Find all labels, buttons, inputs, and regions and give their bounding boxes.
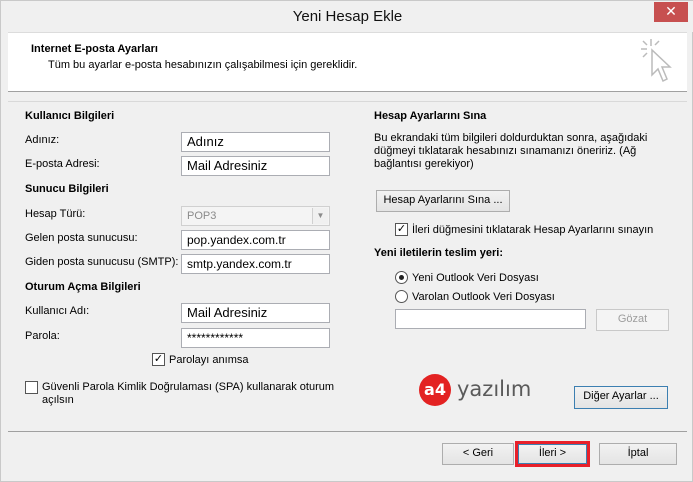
remember-password-checkbox[interactable]: ✓ <box>152 353 165 366</box>
new-data-file-radio[interactable] <box>395 271 408 284</box>
test-settings-heading: Hesap Ayarlarını Sına <box>374 110 487 122</box>
email-label: E-posta Adresi: <box>25 158 100 170</box>
auto-test-label: İleri düğmesini tıklatarak Hesap Ayarlar… <box>412 224 654 236</box>
outgoing-server-input[interactable]: smtp.yandex.com.tr <box>181 254 330 274</box>
browse-button[interactable]: Gözat <box>596 309 669 331</box>
user-info-heading: Kullanıcı Bilgileri <box>25 110 115 122</box>
account-type-value: POP3 <box>187 210 217 222</box>
title-bar: Yeni Hesap Ekle ✕ <box>1 1 693 32</box>
new-data-file-label: Yeni Outlook Veri Dosyası <box>412 272 539 284</box>
delivery-heading: Yeni iletilerin teslim yeri: <box>374 247 503 259</box>
wizard-header: Internet E-posta Ayarları Tüm bu ayarlar… <box>8 32 687 92</box>
username-input[interactable]: Mail Adresiniz <box>181 303 330 323</box>
test-description-line3: bağlantısı gerekiyor) <box>374 158 474 170</box>
existing-data-file-radio[interactable] <box>395 290 408 303</box>
footer-divider <box>8 431 687 432</box>
account-type-label: Hesap Türü: <box>25 208 86 220</box>
name-input[interactable]: Adınız <box>181 132 330 152</box>
auto-test-checkbox[interactable]: ✓ <box>395 223 408 236</box>
cancel-button[interactable]: İptal <box>599 443 677 465</box>
a4-yazilim-logo: a4 yazılım <box>419 374 549 414</box>
spa-label-line1: Güvenli Parola Kimlik Doğrulaması (SPA) … <box>42 381 335 393</box>
logon-info-heading: Oturum Açma Bilgileri <box>25 281 141 293</box>
window-title: Yeni Hesap Ekle <box>292 8 403 25</box>
incoming-server-label: Gelen posta sunucusu: <box>25 232 138 244</box>
outgoing-server-label: Giden posta sunucusu (SMTP): <box>25 256 179 268</box>
more-settings-button[interactable]: Diğer Ayarlar ... <box>574 386 668 409</box>
spa-checkbox[interactable] <box>25 381 38 394</box>
password-input[interactable]: ************ <box>181 328 330 348</box>
username-label: Kullanıcı Adı: <box>25 305 90 317</box>
back-button[interactable]: < Geri <box>442 443 514 465</box>
cursor-click-icon <box>641 39 672 83</box>
account-wizard-window: Yeni Hesap Ekle ✕ Internet E-posta Ayarl… <box>0 0 693 482</box>
logo-mark: a4 <box>419 374 451 406</box>
password-label: Parola: <box>25 330 60 342</box>
chevron-down-icon: ▼ <box>312 208 328 224</box>
email-input[interactable]: Mail Adresiniz <box>181 156 330 176</box>
existing-data-file-label: Varolan Outlook Veri Dosyası <box>412 291 555 303</box>
incoming-server-input[interactable]: pop.yandex.com.tr <box>181 230 330 250</box>
server-info-heading: Sunucu Bilgileri <box>25 183 109 195</box>
logo-text: yazılım <box>457 377 532 401</box>
next-button[interactable]: İleri > <box>518 444 587 464</box>
test-account-button[interactable]: Hesap Ayarlarını Sına ... <box>376 190 510 212</box>
header-subtitle: Tüm bu ayarlar e-posta hesabınızın çalış… <box>48 59 358 71</box>
account-type-select[interactable]: POP3 ▼ <box>181 206 330 226</box>
spa-label-line2: açılsın <box>42 394 74 406</box>
test-description-line2: düğmeyi tıklatarak hesabınızı sınamanızı… <box>374 145 637 157</box>
name-label: Adınız: <box>25 134 60 146</box>
data-file-path-input[interactable] <box>395 309 586 329</box>
test-description-line1: Bu ekrandaki tüm bilgileri doldurduktan … <box>374 132 648 144</box>
remember-password-label: Parolayı anımsa <box>169 354 249 366</box>
close-button[interactable]: ✕ <box>654 2 688 22</box>
header-title: Internet E-posta Ayarları <box>31 43 158 55</box>
